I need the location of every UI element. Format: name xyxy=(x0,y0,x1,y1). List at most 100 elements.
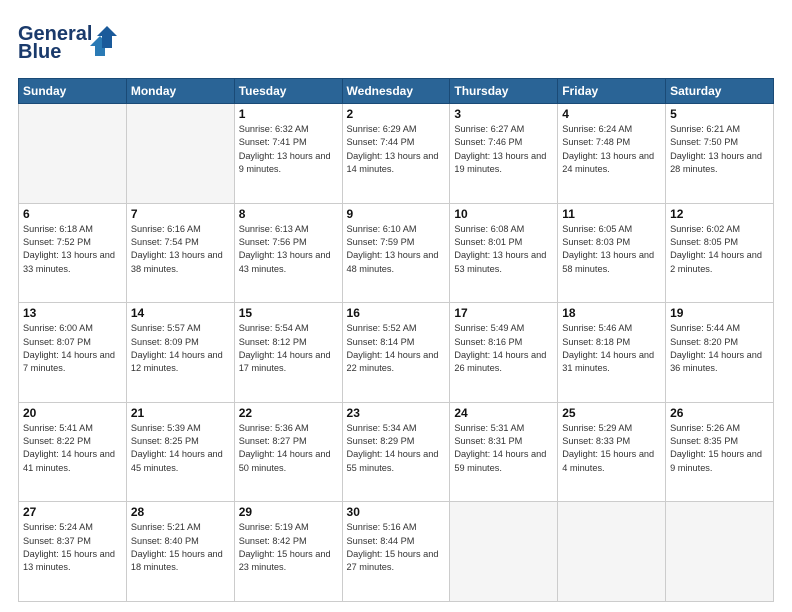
day-info: Sunrise: 6:02 AMSunset: 8:05 PMDaylight:… xyxy=(670,223,769,276)
calendar-cell: 22 Sunrise: 5:36 AMSunset: 8:27 PMDayligh… xyxy=(234,402,342,502)
calendar-cell: 23 Sunrise: 5:34 AMSunset: 8:29 PMDayligh… xyxy=(342,402,450,502)
day-number: 14 xyxy=(131,306,230,320)
calendar-cell: 12 Sunrise: 6:02 AMSunset: 8:05 PMDayligh… xyxy=(666,203,774,303)
day-number: 8 xyxy=(239,207,338,221)
calendar-cell: 21 Sunrise: 5:39 AMSunset: 8:25 PMDayligh… xyxy=(126,402,234,502)
day-number: 23 xyxy=(347,406,446,420)
day-number: 7 xyxy=(131,207,230,221)
day-info: Sunrise: 5:19 AMSunset: 8:42 PMDaylight:… xyxy=(239,521,338,574)
day-number: 12 xyxy=(670,207,769,221)
day-info: Sunrise: 5:41 AMSunset: 8:22 PMDaylight:… xyxy=(23,422,122,475)
day-number: 29 xyxy=(239,505,338,519)
page: General Blue SundayMondayTuesdayWednesda… xyxy=(0,0,792,612)
day-number: 27 xyxy=(23,505,122,519)
calendar-cell: 2 Sunrise: 6:29 AMSunset: 7:44 PMDaylight… xyxy=(342,104,450,204)
calendar-cell: 7 Sunrise: 6:16 AMSunset: 7:54 PMDaylight… xyxy=(126,203,234,303)
calendar-cell: 14 Sunrise: 5:57 AMSunset: 8:09 PMDayligh… xyxy=(126,303,234,403)
day-number: 13 xyxy=(23,306,122,320)
day-number: 3 xyxy=(454,107,553,121)
calendar-cell: 28 Sunrise: 5:21 AMSunset: 8:40 PMDayligh… xyxy=(126,502,234,602)
day-info: Sunrise: 5:36 AMSunset: 8:27 PMDaylight:… xyxy=(239,422,338,475)
day-info: Sunrise: 6:08 AMSunset: 8:01 PMDaylight:… xyxy=(454,223,553,276)
day-number: 21 xyxy=(131,406,230,420)
calendar-cell: 19 Sunrise: 5:44 AMSunset: 8:20 PMDayligh… xyxy=(666,303,774,403)
day-number: 18 xyxy=(562,306,661,320)
day-info: Sunrise: 5:54 AMSunset: 8:12 PMDaylight:… xyxy=(239,322,338,375)
svg-text:Blue: Blue xyxy=(18,41,61,63)
day-number: 17 xyxy=(454,306,553,320)
calendar-cell xyxy=(666,502,774,602)
day-number: 2 xyxy=(347,107,446,121)
day-info: Sunrise: 5:46 AMSunset: 8:18 PMDaylight:… xyxy=(562,322,661,375)
day-info: Sunrise: 5:52 AMSunset: 8:14 PMDaylight:… xyxy=(347,322,446,375)
calendar-cell: 25 Sunrise: 5:29 AMSunset: 8:33 PMDayligh… xyxy=(558,402,666,502)
calendar-cell: 17 Sunrise: 5:49 AMSunset: 8:16 PMDayligh… xyxy=(450,303,558,403)
weekday-header: Wednesday xyxy=(342,79,450,104)
calendar-cell: 11 Sunrise: 6:05 AMSunset: 8:03 PMDayligh… xyxy=(558,203,666,303)
day-info: Sunrise: 5:21 AMSunset: 8:40 PMDaylight:… xyxy=(131,521,230,574)
day-info: Sunrise: 5:26 AMSunset: 8:35 PMDaylight:… xyxy=(670,422,769,475)
day-number: 25 xyxy=(562,406,661,420)
weekday-header: Sunday xyxy=(19,79,127,104)
day-info: Sunrise: 5:24 AMSunset: 8:37 PMDaylight:… xyxy=(23,521,122,574)
day-info: Sunrise: 6:18 AMSunset: 7:52 PMDaylight:… xyxy=(23,223,122,276)
calendar-cell: 4 Sunrise: 6:24 AMSunset: 7:48 PMDaylight… xyxy=(558,104,666,204)
day-info: Sunrise: 5:44 AMSunset: 8:20 PMDaylight:… xyxy=(670,322,769,375)
calendar-cell: 27 Sunrise: 5:24 AMSunset: 8:37 PMDayligh… xyxy=(19,502,127,602)
calendar-cell xyxy=(19,104,127,204)
day-number: 24 xyxy=(454,406,553,420)
logo: General Blue xyxy=(18,18,123,68)
day-number: 20 xyxy=(23,406,122,420)
calendar-cell: 29 Sunrise: 5:19 AMSunset: 8:42 PMDayligh… xyxy=(234,502,342,602)
day-info: Sunrise: 5:16 AMSunset: 8:44 PMDaylight:… xyxy=(347,521,446,574)
calendar-cell: 15Sunrise: 5:54 AMSunset: 8:12 PMDayligh… xyxy=(234,303,342,403)
day-number: 11 xyxy=(562,207,661,221)
calendar-cell: 13Sunrise: 6:00 AMSunset: 8:07 PMDayligh… xyxy=(19,303,127,403)
day-number: 9 xyxy=(347,207,446,221)
day-info: Sunrise: 6:05 AMSunset: 8:03 PMDaylight:… xyxy=(562,223,661,276)
calendar-cell: 30 Sunrise: 5:16 AMSunset: 8:44 PMDayligh… xyxy=(342,502,450,602)
day-number: 16 xyxy=(347,306,446,320)
day-info: Sunrise: 5:49 AMSunset: 8:16 PMDaylight:… xyxy=(454,322,553,375)
calendar-cell: 8 Sunrise: 6:13 AMSunset: 7:56 PMDaylight… xyxy=(234,203,342,303)
calendar-table: SundayMondayTuesdayWednesdayThursdayFrid… xyxy=(18,78,774,602)
day-info: Sunrise: 5:31 AMSunset: 8:31 PMDaylight:… xyxy=(454,422,553,475)
calendar-cell: 20 Sunrise: 5:41 AMSunset: 8:22 PMDayligh… xyxy=(19,402,127,502)
day-number: 28 xyxy=(131,505,230,519)
day-info: Sunrise: 6:13 AMSunset: 7:56 PMDaylight:… xyxy=(239,223,338,276)
calendar-cell xyxy=(450,502,558,602)
day-info: Sunrise: 6:16 AMSunset: 7:54 PMDaylight:… xyxy=(131,223,230,276)
day-info: Sunrise: 5:39 AMSunset: 8:25 PMDaylight:… xyxy=(131,422,230,475)
day-info: Sunrise: 5:57 AMSunset: 8:09 PMDaylight:… xyxy=(131,322,230,375)
calendar-cell: 6 Sunrise: 6:18 AMSunset: 7:52 PMDaylight… xyxy=(19,203,127,303)
header: General Blue xyxy=(18,18,774,68)
calendar-cell xyxy=(126,104,234,204)
day-info: Sunrise: 6:21 AMSunset: 7:50 PMDaylight:… xyxy=(670,123,769,176)
day-number: 6 xyxy=(23,207,122,221)
calendar-cell: 18 Sunrise: 5:46 AMSunset: 8:18 PMDayligh… xyxy=(558,303,666,403)
day-number: 4 xyxy=(562,107,661,121)
day-info: Sunrise: 6:29 AMSunset: 7:44 PMDaylight:… xyxy=(347,123,446,176)
calendar-cell: 3 Sunrise: 6:27 AMSunset: 7:46 PMDaylight… xyxy=(450,104,558,204)
day-number: 10 xyxy=(454,207,553,221)
weekday-header: Monday xyxy=(126,79,234,104)
day-number: 22 xyxy=(239,406,338,420)
day-info: Sunrise: 6:24 AMSunset: 7:48 PMDaylight:… xyxy=(562,123,661,176)
day-info: Sunrise: 5:29 AMSunset: 8:33 PMDaylight:… xyxy=(562,422,661,475)
calendar-cell: 1 Sunrise: 6:32 AMSunset: 7:41 PMDaylight… xyxy=(234,104,342,204)
weekday-header: Thursday xyxy=(450,79,558,104)
day-number: 1 xyxy=(239,107,338,121)
day-info: Sunrise: 6:27 AMSunset: 7:46 PMDaylight:… xyxy=(454,123,553,176)
calendar-cell: 5Sunrise: 6:21 AMSunset: 7:50 PMDaylight… xyxy=(666,104,774,204)
calendar-cell: 16 Sunrise: 5:52 AMSunset: 8:14 PMDayligh… xyxy=(342,303,450,403)
day-info: Sunrise: 5:34 AMSunset: 8:29 PMDaylight:… xyxy=(347,422,446,475)
weekday-header: Saturday xyxy=(666,79,774,104)
day-number: 30 xyxy=(347,505,446,519)
day-info: Sunrise: 6:32 AMSunset: 7:41 PMDaylight:… xyxy=(239,123,338,176)
logo-icon: General Blue xyxy=(18,18,123,63)
day-number: 19 xyxy=(670,306,769,320)
calendar-cell: 9 Sunrise: 6:10 AMSunset: 7:59 PMDaylight… xyxy=(342,203,450,303)
calendar-cell: 24 Sunrise: 5:31 AMSunset: 8:31 PMDayligh… xyxy=(450,402,558,502)
calendar-cell xyxy=(558,502,666,602)
day-info: Sunrise: 6:10 AMSunset: 7:59 PMDaylight:… xyxy=(347,223,446,276)
